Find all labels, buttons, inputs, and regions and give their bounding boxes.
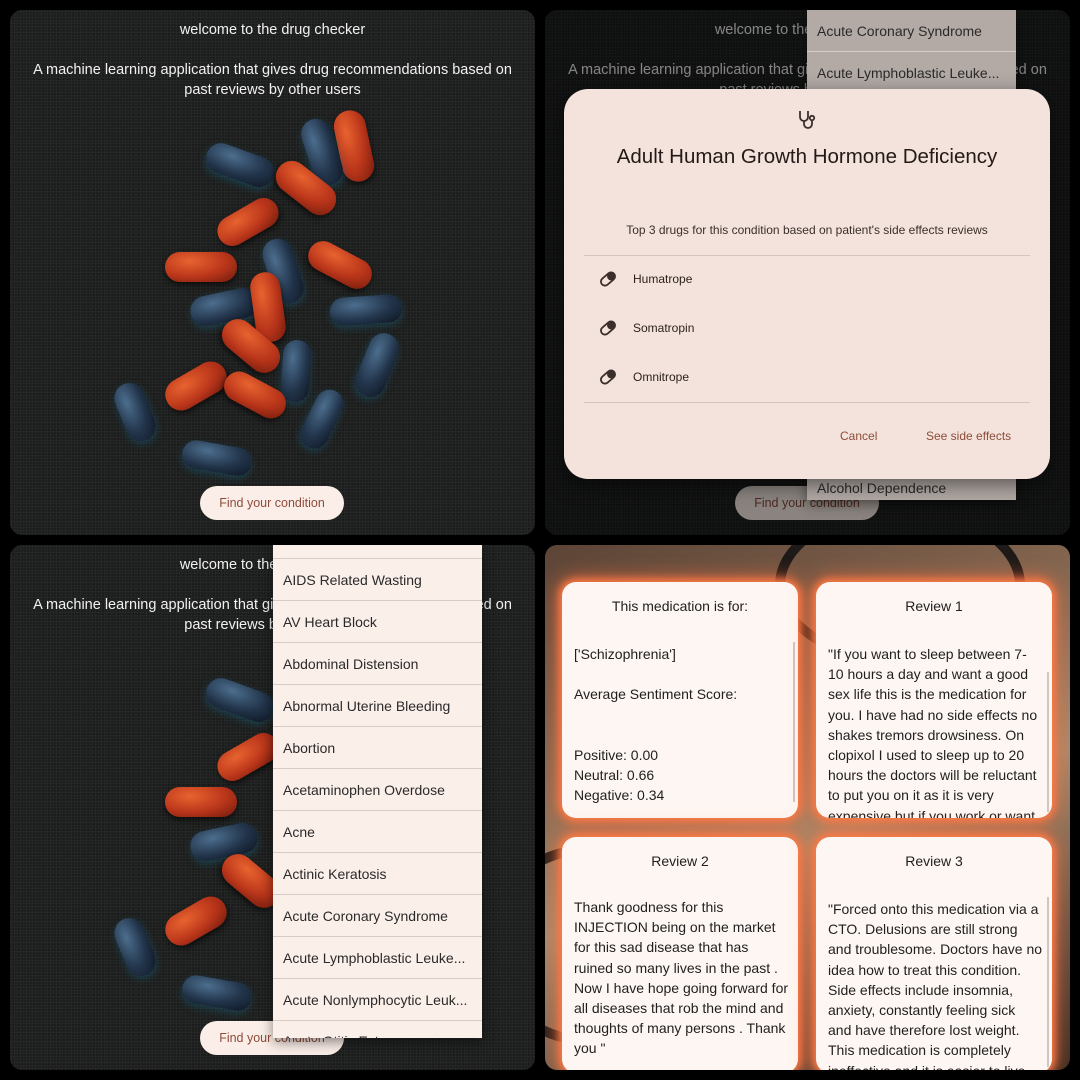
positive-score: Positive: 0.00 [574,747,659,763]
dropdown-item[interactable]: Acute Lymphoblastic Leuke... [273,937,482,979]
neutral-score: Neutral: 0.66 [574,767,655,783]
dropdown-item[interactable]: Acute Nonlymphocytic Leuk... [273,979,482,1021]
dropdown-item[interactable]: Abortion [273,727,482,769]
divider [584,402,1030,403]
find-condition-button[interactable]: Find your condition [200,486,344,520]
dialog-title: Adult Human Growth Hormone Deficiency [616,145,998,168]
drug-name: Omnitrope [633,370,690,384]
page-subtitle: A machine learning application that give… [33,62,512,98]
dropdown-item[interactable]: Acne [273,811,482,853]
review-text: "If you want to sleep between 7-10 hours… [828,646,1038,818]
sentiment-label: Average Sentiment Score: [574,686,738,702]
page-title: welcome to the drug checker [179,22,366,38]
dropdown-item[interactable]: Actinic Keratosis [273,853,482,895]
drug-list-item[interactable]: Omnitrope [584,353,1030,401]
dropdown-item[interactable]: Acetaminophen Overdose [273,769,482,811]
review-text: "Forced onto this medication via a CTO. … [828,901,1043,1070]
scrollbar[interactable] [1047,897,1049,1067]
cancel-button[interactable]: Cancel [840,429,877,443]
recommendation-dialog: Adult Human Growth Hormone Deficiency To… [564,89,1050,479]
dropdown-item[interactable]: Acute Coronary Syndrome [273,895,482,937]
condition-select-screen: welcome to the drug checker A machine le… [10,545,535,1070]
stethoscope-icon [799,111,816,129]
dropdown-item[interactable]: AIDS Related Wasting [273,559,482,601]
dropdown-item[interactable]: Abdominal Distension [273,643,482,685]
dropdown-item[interactable]: Acute Coronary Syndrome [807,10,1016,52]
scrollbar[interactable] [1047,672,1049,812]
drug-name: Somatropin [633,321,695,335]
medication-info-card: This medication is for: ['Schizophrenia'… [562,582,798,818]
card-title: Review 1 [905,598,963,614]
drug-list-item[interactable]: Somatropin [584,304,1030,352]
negative-score: Negative: 0.34 [574,787,665,803]
card-title: Review 3 [905,853,963,869]
dropdown-item[interactable]: Acute Lymphoblastic Leuke... [807,52,1016,94]
pill-icon [600,271,616,287]
drug-name: Humatrope [633,272,693,286]
drug-list-item[interactable]: Humatrope [584,255,1030,303]
scrollbar[interactable] [793,642,795,802]
review-card: Review 1 "If you want to sleep between 7… [816,582,1052,818]
review-card: Review 3 "Forced onto this medication vi… [816,837,1052,1070]
review-card: Review 2 Thank goodness for this INJECTI… [562,837,798,1070]
condition-dropdown: AIDS Related Wasting AV Heart Block Abdo… [273,545,482,1038]
review-text: Thank goodness for this INJECTION being … [574,899,789,1057]
card-title: Review 2 [651,853,709,869]
pill-icon [600,369,616,385]
dialog-subtitle: Top 3 drugs for this condition based on … [626,223,988,237]
dropdown-item[interactable]: Abnormal Uterine Bleeding [273,685,482,727]
dropdown-item[interactable]: Acute Otitis Externa [273,1021,482,1038]
see-side-effects-button[interactable]: See side effects [926,429,1011,443]
card-title: This medication is for: [611,598,749,614]
landing-screen: welcome to the drug checker A machine le… [10,10,535,535]
dropdown-item[interactable]: AV Heart Block [273,601,482,643]
results-screen: This medication is for: ['Schizophrenia'… [545,545,1070,1070]
pill-icon [600,320,616,336]
condition-list: ['Schizophrenia'] [574,646,676,662]
recommendation-screen: welcome to the drug checker A machine le… [545,10,1070,535]
